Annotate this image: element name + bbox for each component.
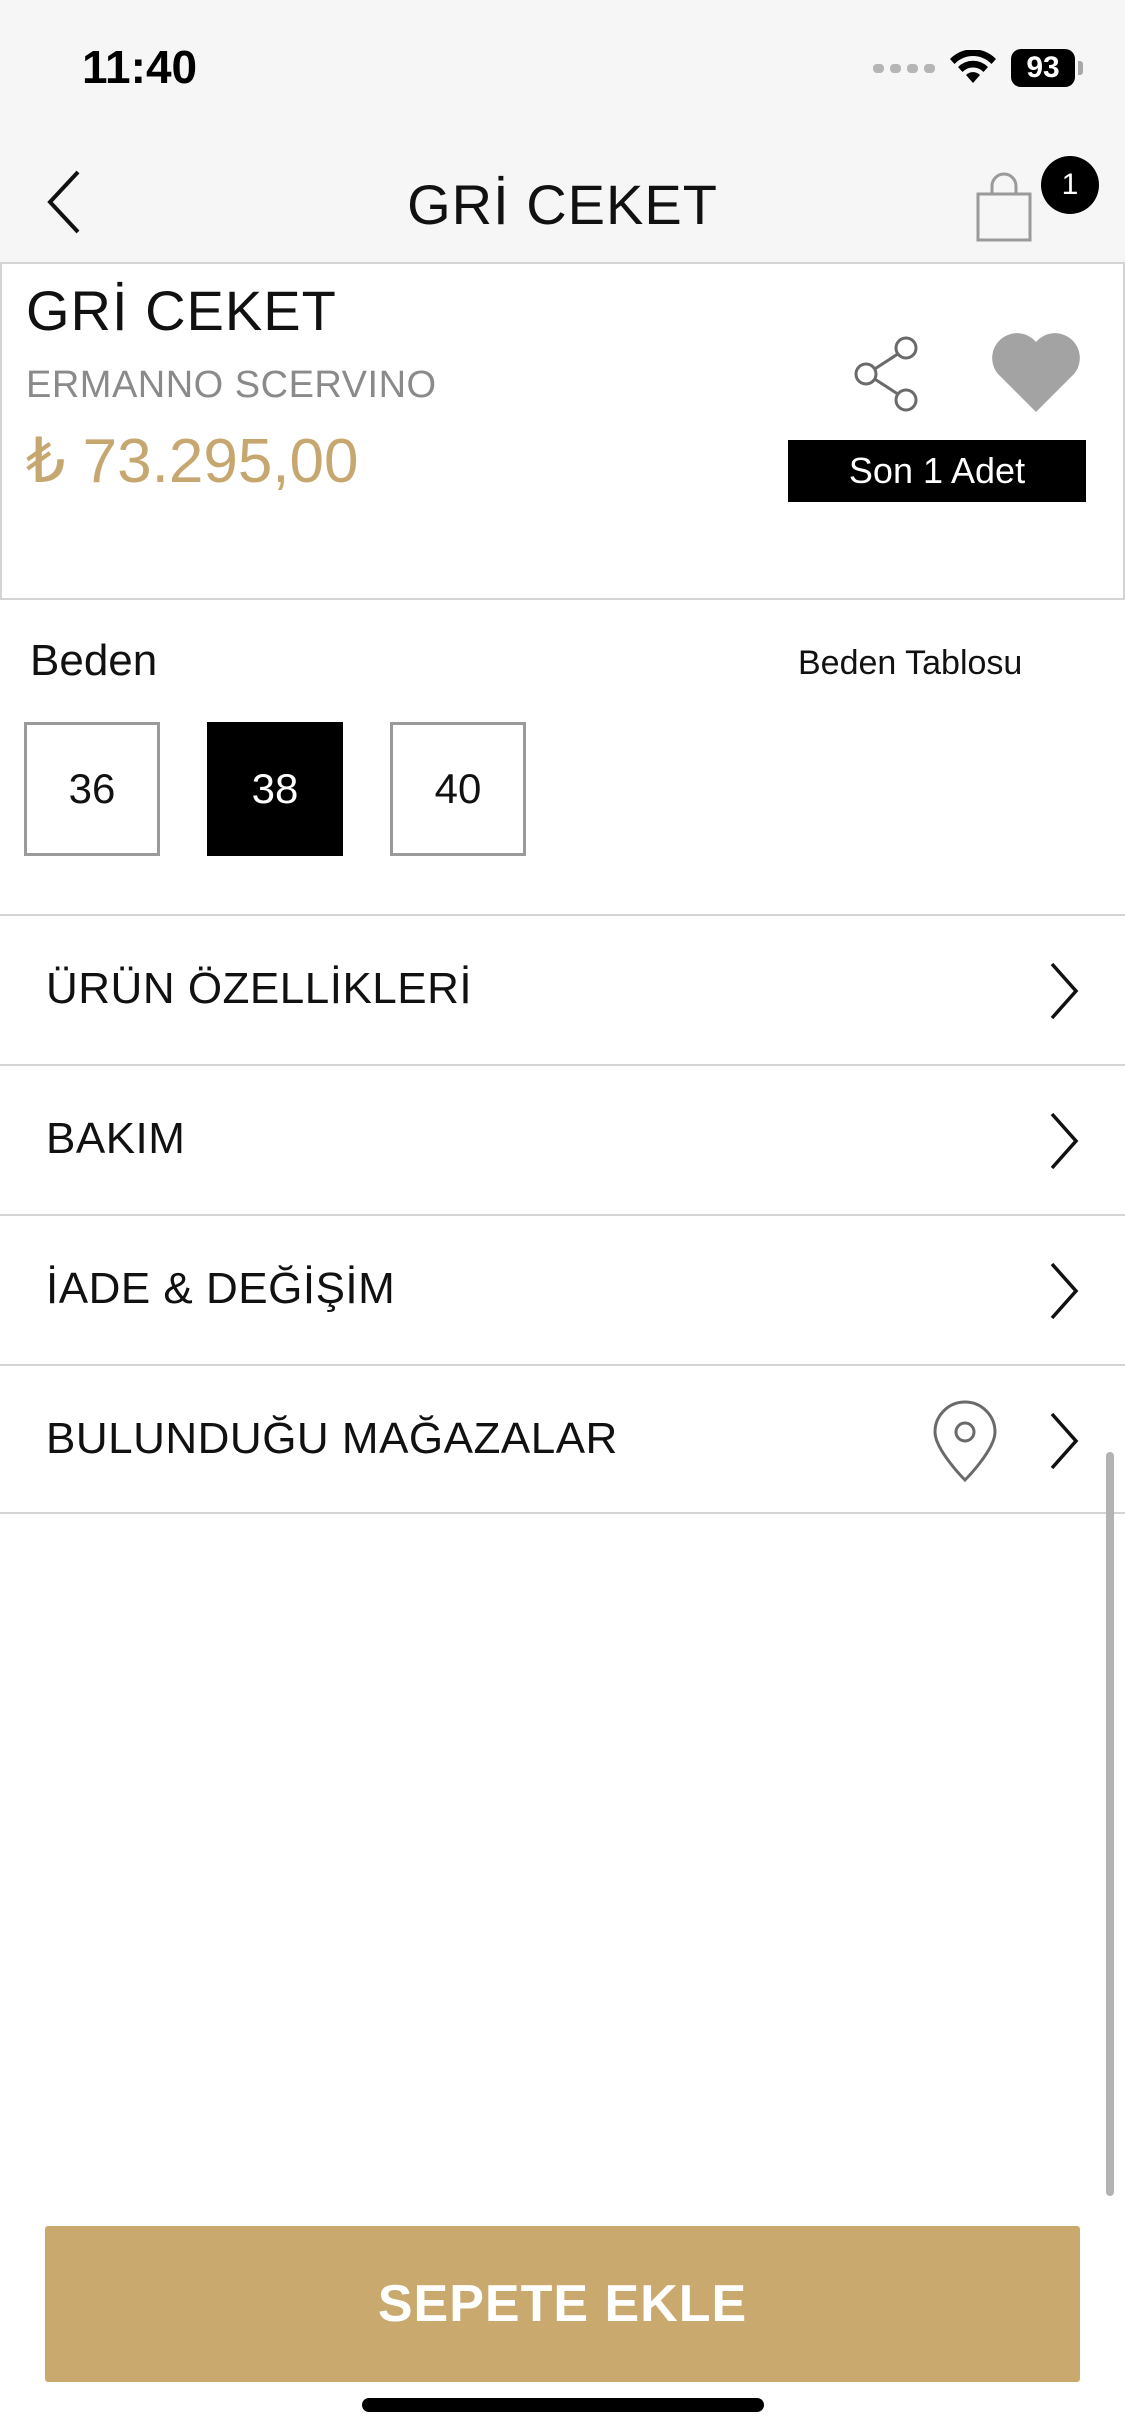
section-product-features[interactable]: ÜRÜN ÖZELLİKLERİ [0,914,1125,1064]
chevron-right-icon [1050,962,1079,1020]
cart-button[interactable]: 1 [975,156,1099,258]
section-available-stores[interactable]: BULUNDUĞU MAĞAZALAR [0,1364,1125,1514]
wifi-icon [950,50,996,83]
page-title: GRİ CEKET [407,173,718,236]
favorite-button[interactable] [988,330,1084,416]
chevron-right-icon [1050,1112,1079,1170]
cellular-signal-icon [873,63,935,73]
chevron-right-icon [1050,1412,1079,1470]
product-brand: ERMANNO SCERVINO [26,364,437,406]
chevron-right-icon [1050,1262,1079,1320]
home-indicator [362,2398,764,2412]
size-option-38[interactable]: 38 [207,722,343,856]
location-pin-icon [933,1400,997,1483]
section-return-exchange[interactable]: İADE & DEĞİŞİM [0,1214,1125,1364]
battery-icon: 93 [1011,49,1083,87]
section-label: BAKIM [46,1114,186,1163]
product-name: GRİ CEKET [26,279,337,342]
section-label: ÜRÜN ÖZELLİKLERİ [46,964,473,1013]
navigation-bar: GRİ CEKET 1 [0,140,1125,264]
shopping-bag-icon [976,172,1032,242]
heart-icon [992,333,1080,412]
cart-count-badge: 1 [1041,156,1099,214]
product-header: GRİ CEKET ERMANNO SCERVINO ₺ 73.295,00 S… [0,264,1125,600]
share-icon [854,336,918,412]
size-label: Beden [30,636,158,685]
size-chart-link[interactable]: Beden Tablosu [798,644,1022,683]
product-price: ₺ 73.295,00 [26,427,359,496]
size-option-40[interactable]: 40 [390,722,526,856]
scrollbar[interactable] [1106,1452,1114,2196]
status-bar: 11:40 93 [0,0,1125,140]
status-icons: 93 [873,46,1083,90]
size-option-36[interactable]: 36 [24,722,160,856]
add-to-cart-button[interactable]: SEPETE EKLE [45,2226,1080,2382]
stock-badge: Son 1 Adet [788,440,1086,502]
section-label: BULUNDUĞU MAĞAZALAR [46,1414,618,1463]
share-button[interactable] [848,334,928,414]
battery-level: 93 [1011,49,1075,87]
section-label: İADE & DEĞİŞİM [46,1264,396,1313]
section-care[interactable]: BAKIM [0,1064,1125,1214]
status-time: 11:40 [82,41,198,93]
